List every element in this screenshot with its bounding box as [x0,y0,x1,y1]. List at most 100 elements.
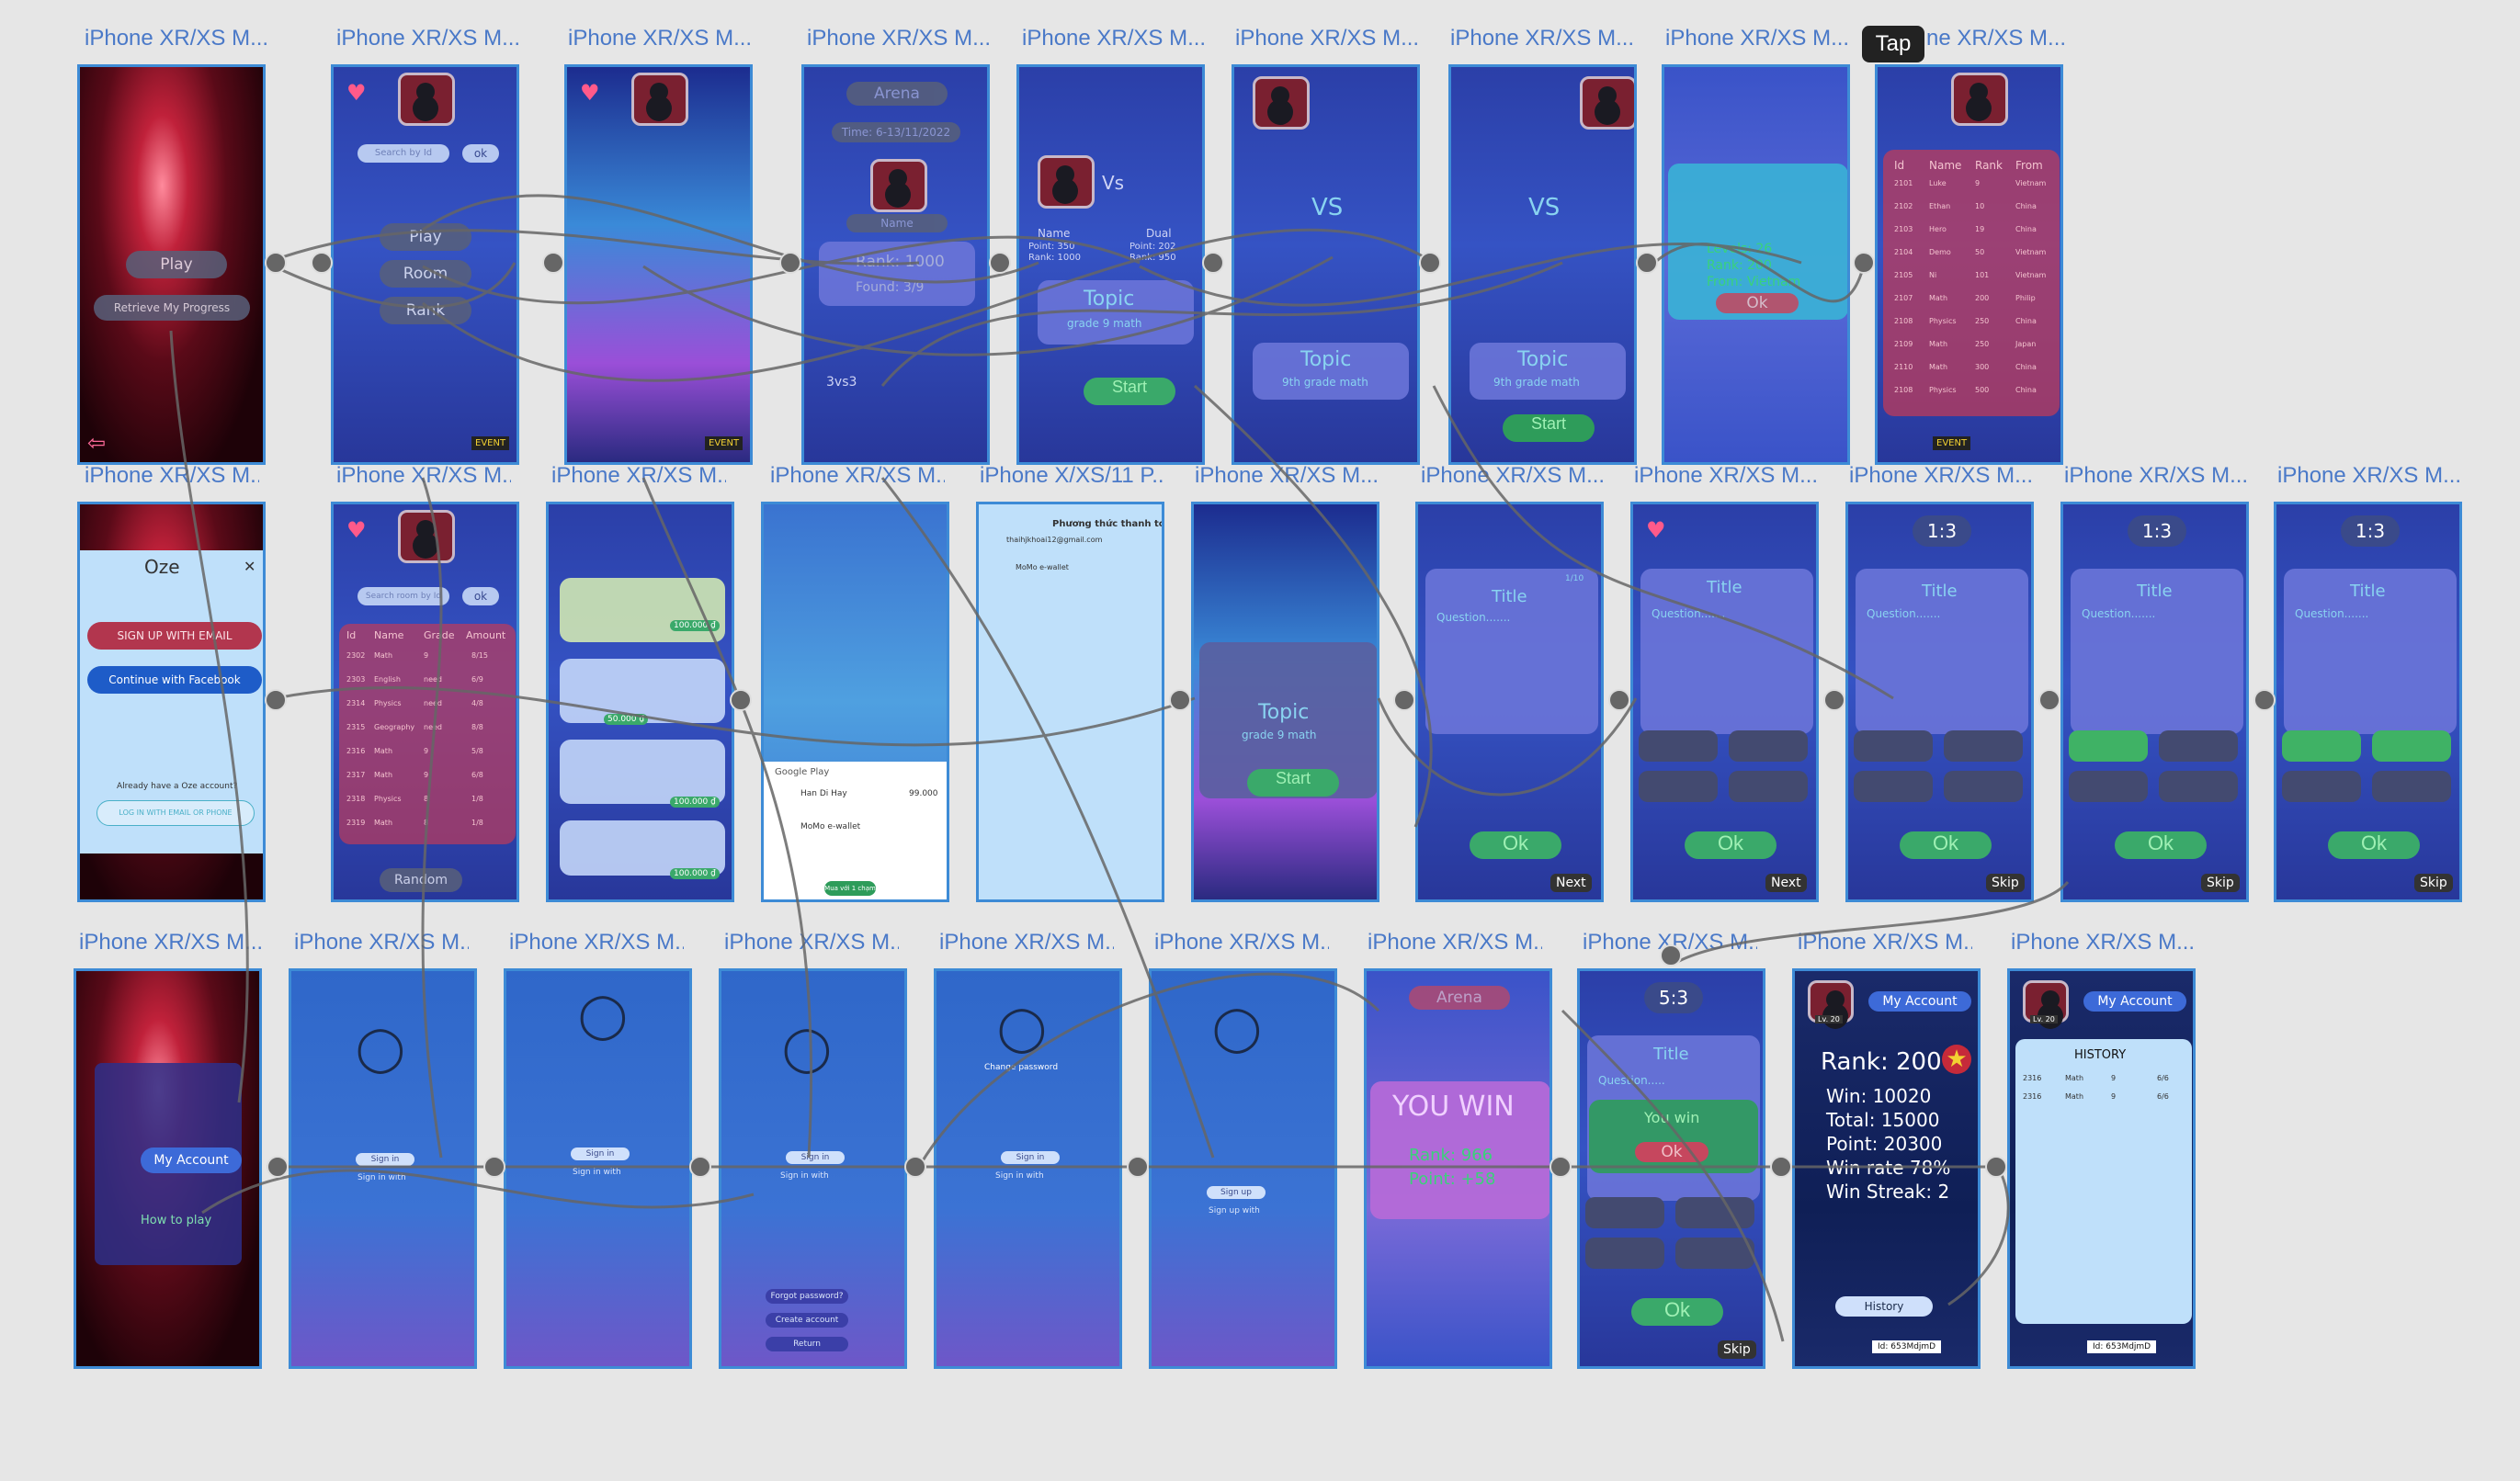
avatar[interactable] [1253,76,1310,130]
avatar[interactable] [870,159,927,212]
answer-option[interactable] [1639,771,1718,802]
answer-option[interactable] [1944,771,2023,802]
ok-button[interactable]: Ok [1685,831,1776,859]
price-tag[interactable]: 100.000 ₫ [670,620,720,631]
buy-button[interactable]: Mua với 1 chạm [824,881,876,896]
start-button[interactable]: Start [1247,769,1339,797]
frame-label[interactable]: iPhone XR/XS M... [939,930,1114,955]
frame-label[interactable]: iPhone XR/XS M... [568,26,752,51]
next-button[interactable]: Next [1550,874,1592,892]
avatar[interactable] [1951,73,2008,126]
team-versus-screen-2[interactable]: VS Topic 9th grade math Start [1448,64,1637,465]
ok-button[interactable]: Ok [1470,831,1561,859]
ok-button[interactable]: Ok [1716,293,1799,313]
team-question-screen-3[interactable]: 1:3 Title Question....... Ok Skip [2274,502,2462,902]
answer-option[interactable] [2159,771,2238,802]
question-screen-2[interactable]: ♥ Title Question....... Ok Next [1630,502,1819,902]
frame-label[interactable]: iPhone X/XS/11 P... [980,463,1164,489]
frame-label[interactable]: iPhone XR/XS M... [1634,463,1818,489]
answer-option[interactable] [1639,730,1718,762]
answer-option[interactable] [1729,730,1808,762]
frame-label[interactable]: iPhone XR/XS M... [1583,930,1757,955]
play-button[interactable]: Play [380,223,471,251]
room-button[interactable]: Room [380,260,471,288]
room-search-ok[interactable]: ok [462,587,499,605]
avatar[interactable] [398,73,455,126]
answer-option-selected[interactable] [2069,730,2148,762]
skip-button[interactable]: Skip [2414,874,2453,892]
answer-option-selected[interactable] [2282,730,2361,762]
my-account-screen[interactable]: Lv. 20 My Account Rank: 200 ★ Win: 10020… [1792,968,1981,1369]
rank-button[interactable]: Rank [380,297,471,324]
login-menu-screen[interactable]: ◯ Sign in Sign in with Forgot password? … [719,968,907,1369]
close-icon[interactable]: ✕ [244,558,255,575]
frame-label[interactable]: iPhone XR/XS M... [807,26,991,51]
payment-method-screen[interactable]: Phương thức thanh toán thaihjkhoai12@gma… [976,502,1164,902]
frame-label[interactable]: iPhone XR/XS M... [85,26,268,51]
team-result-screen[interactable]: 5:3 Title Question..... You win Ok Ok Sk… [1577,968,1765,1369]
frame-label[interactable]: iPhone XR/XS M... [1665,26,1849,51]
answer-option[interactable] [1854,730,1933,762]
search-input[interactable]: Search by Id [358,144,449,163]
answer-option[interactable] [1675,1197,1754,1228]
next-button[interactable]: Next [1765,874,1807,892]
shop-item[interactable] [560,820,725,876]
game-world-screen[interactable]: ♥ EVENT [564,64,753,465]
avatar[interactable] [631,73,688,126]
event-badge[interactable]: EVENT [1933,436,1971,450]
price-tag[interactable]: 100.000 ₫ [670,868,720,879]
signin-button[interactable]: Sign in [786,1151,845,1164]
rooms-screen[interactable]: ♥ Search room by Id ok Id Name Grade Amo… [331,502,519,902]
frame-label[interactable]: ne XR/XS M... [1926,26,2064,51]
random-button[interactable]: Random [380,868,462,892]
skip-button[interactable]: Skip [2201,874,2240,892]
play-button[interactable]: Play [126,251,227,278]
skip-button[interactable]: Skip [1718,1340,1756,1359]
frame-label[interactable]: iPhone XR/XS M... [2277,463,2461,489]
frame-label[interactable]: iPhone XR/XS M... [1849,463,2033,489]
frame-label[interactable]: iPhone XR/XS M... [336,26,520,51]
ok-button[interactable]: Ok [2115,831,2207,859]
login-button[interactable]: LOG IN WITH EMAIL OR PHONE [96,800,255,826]
frame-label[interactable]: iPhone XR/XS M... [1195,463,1379,489]
retrieve-progress-button[interactable]: Retrieve My Progress [94,295,250,321]
signup-email-button[interactable]: SIGN UP WITH EMAIL [87,622,262,650]
forgot-password-item[interactable]: Forgot password? [766,1289,848,1304]
win-result-screen[interactable]: Arena YOU WIN Rank: 966 Point: +58 [1364,968,1552,1369]
event-badge[interactable]: EVENT [471,436,510,450]
shop-item[interactable] [560,740,725,804]
payment-screen[interactable]: Google Play Han Di Hay 99.000 MoMo e-wal… [761,502,949,902]
avatar[interactable] [1038,155,1095,209]
team-versus-screen[interactable]: VS Topic 9th grade math [1232,64,1420,465]
question-screen[interactable]: Title Question....... 1/10 Ok Next [1415,502,1604,902]
frame-label[interactable]: iPhone XR/XS M... [2011,930,2195,955]
answer-option[interactable] [1585,1238,1664,1269]
answer-option[interactable] [1854,771,1933,802]
signin-button[interactable]: Sign in [571,1147,630,1160]
answer-option-selected[interactable] [2372,730,2451,762]
frame-label[interactable]: iPhone XR/XS M... [2064,463,2248,489]
answer-option[interactable] [2282,771,2361,802]
frame-label[interactable]: iPhone XR/XS M... [1368,930,1542,955]
topic-popup-screen[interactable]: Topic grade 9 math Start [1191,502,1379,902]
frame-label[interactable]: iPhone XR/XS M... [336,463,511,489]
frame-label[interactable]: iPhone XR/XS M... [294,930,469,955]
avatar[interactable] [1580,76,1634,130]
skip-button[interactable]: Skip [1986,874,2025,892]
profile-popup-screen[interactable]: Levels: 26 Rank: 200 From: Vietnam Ok [1662,64,1850,465]
answer-option[interactable] [2069,771,2148,802]
answer-option[interactable] [2159,730,2238,762]
frame-label[interactable]: iPhone XR/XS M... [770,463,945,489]
frame-label[interactable]: iPhone XR/XS M... [1022,26,1206,51]
price-tag[interactable]: 50.000 ₫ [604,714,649,725]
frame-label[interactable]: iPhone XR/XS M... [1450,26,1634,51]
frame-label[interactable]: iPhone XR/XS M... [551,463,726,489]
team-question-screen[interactable]: 1:3 Title Question....... Ok Skip [1845,502,2034,902]
answer-option[interactable] [1675,1238,1754,1269]
ok-button[interactable]: Ok [1635,1142,1708,1162]
exit-icon[interactable]: ⇦ [87,430,106,456]
frame-label[interactable]: iPhone XR/XS M... [79,930,263,955]
change-password-screen[interactable]: ◯ Change password Sign in Sign in with [934,968,1122,1369]
frame-label[interactable]: iPhone XR/XS M... [1798,930,1972,955]
answer-option[interactable] [1729,771,1808,802]
